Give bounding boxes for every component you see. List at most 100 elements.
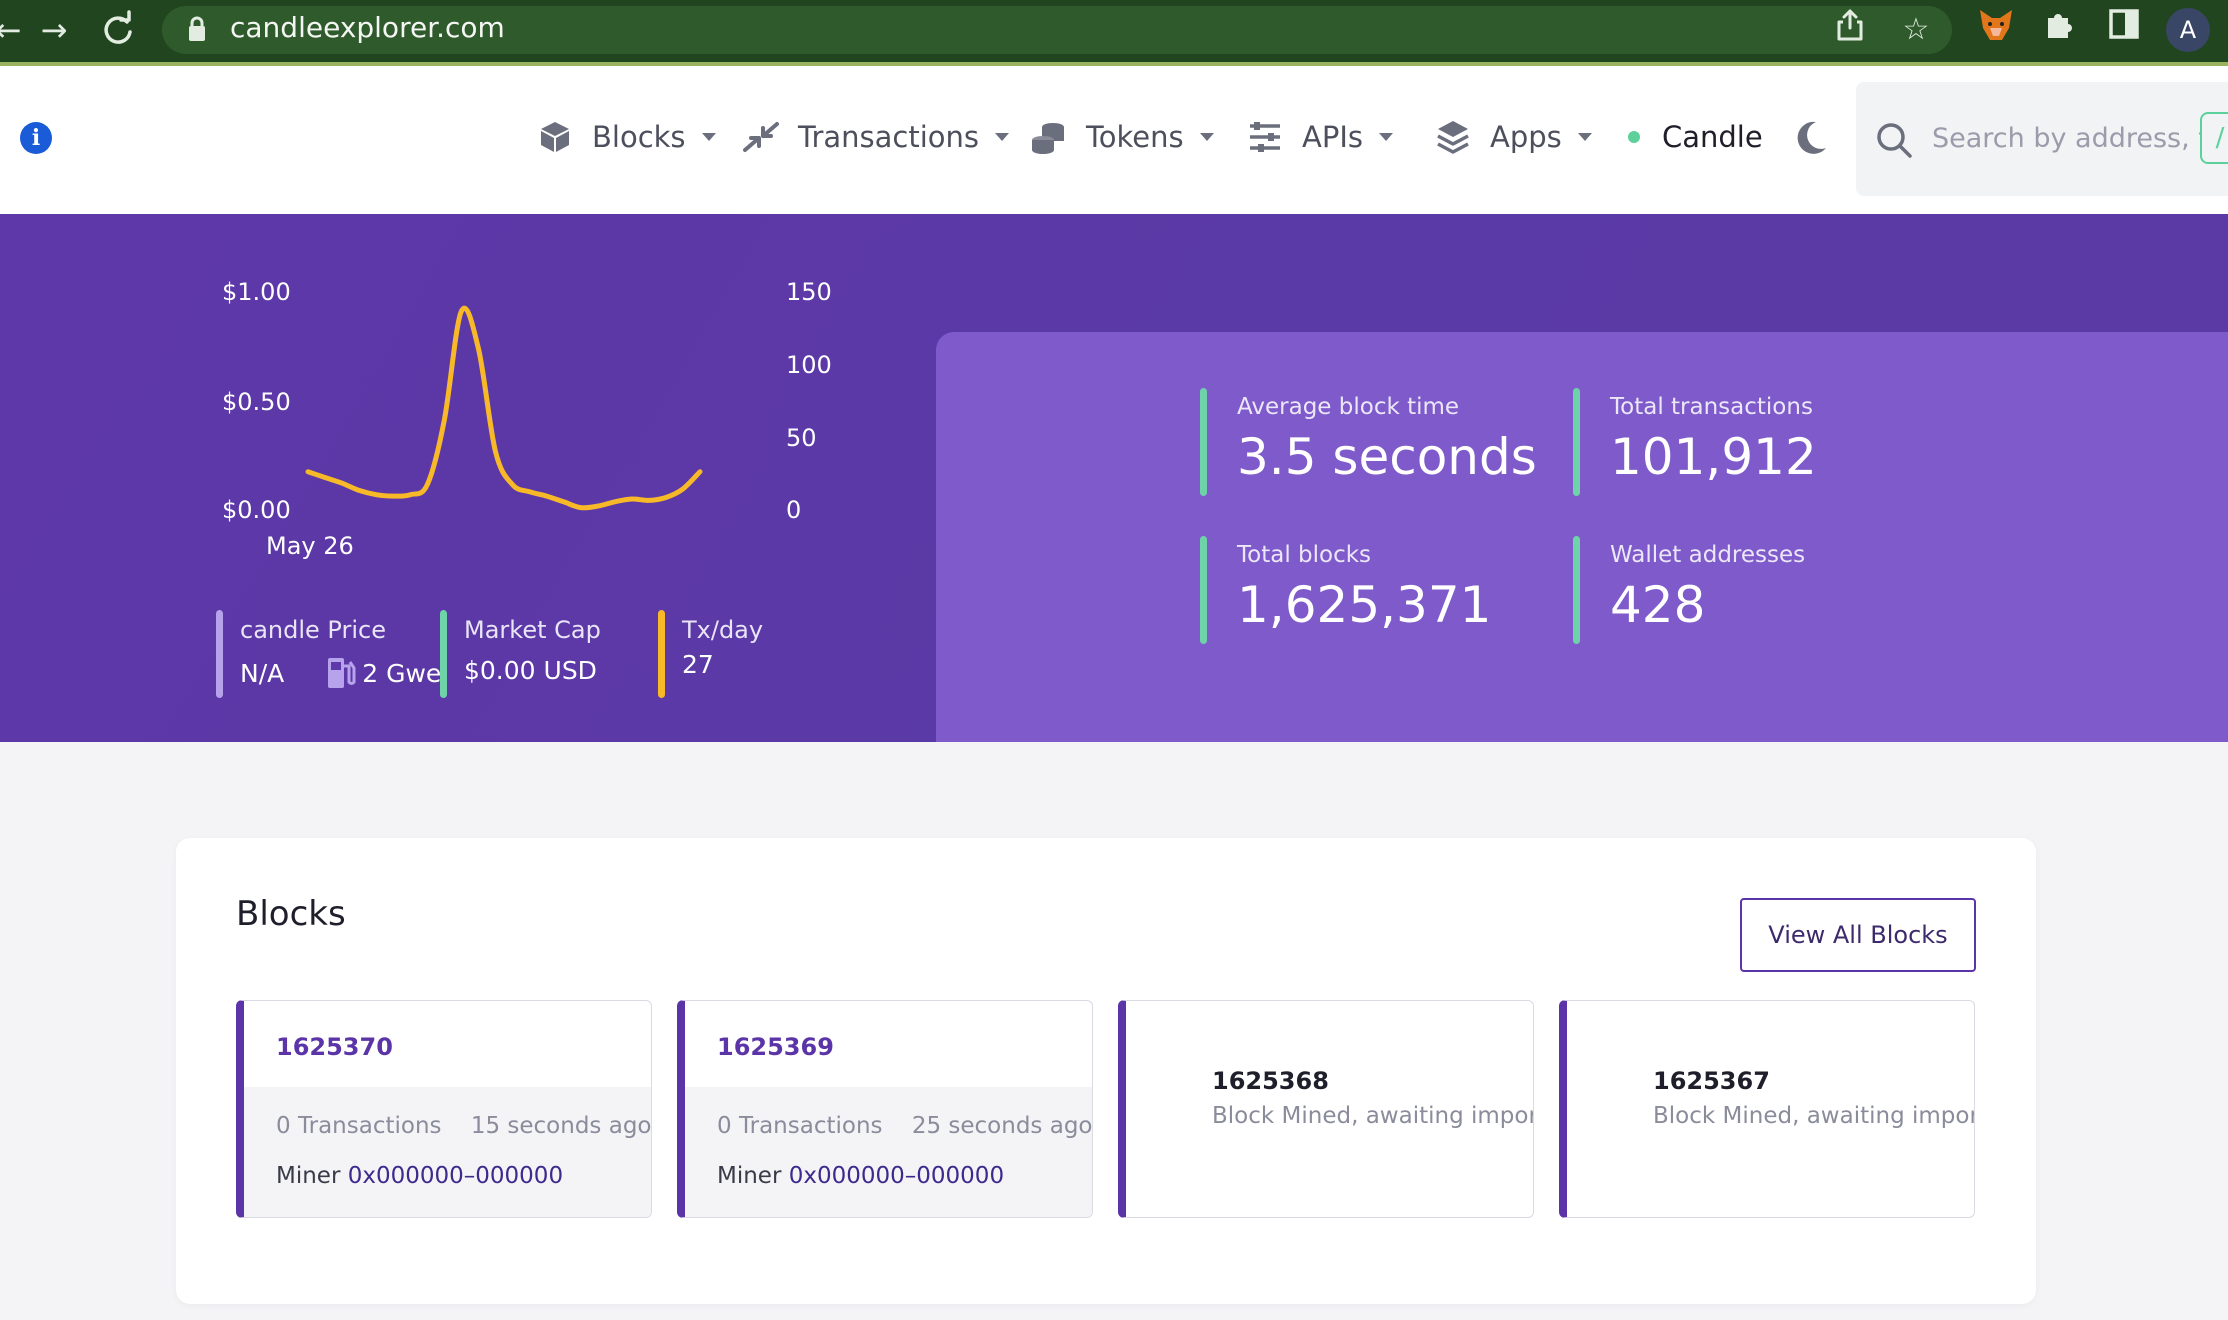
tx-per-day-accent <box>658 610 665 698</box>
market-cap-value: $0.00 USD <box>464 656 597 685</box>
dark-mode-moon-icon[interactable] <box>1790 118 1830 158</box>
total-transactions-accent <box>1573 388 1580 496</box>
tx-per-day-value: 27 <box>682 650 714 679</box>
avg-block-time-accent <box>1200 388 1207 496</box>
nav-apps[interactable]: Apps <box>1434 110 1592 164</box>
network-status-dot <box>1628 131 1640 143</box>
candle-price-value: N/A <box>240 658 285 688</box>
avg-block-time-label: Average block time <box>1237 394 1460 420</box>
market-cap-accent <box>440 610 447 698</box>
pending-block-tile[interactable]: 1625367 Block Mined, awaiting import. <box>1559 1000 1975 1218</box>
profile-avatar[interactable]: A <box>2166 8 2210 52</box>
nav-tokens[interactable]: Tokens <box>1030 110 1214 164</box>
fox-extension-icon[interactable] <box>1974 8 2018 52</box>
block-miner-label: Miner <box>717 1163 782 1189</box>
tx-per-day-line <box>305 305 703 511</box>
total-blocks-value: 1,625,371 <box>1237 576 1492 634</box>
sliders-icon <box>1246 118 1284 156</box>
block-miner-address-link[interactable]: 0x000000–000000 <box>789 1163 1004 1189</box>
gas-price-value: 2 Gwei <box>362 658 449 688</box>
network-stats-panel: Average block time 3.5 seconds Total tra… <box>936 332 2228 742</box>
search-box: / <box>1856 82 2228 196</box>
info-icon[interactable]: i <box>20 122 52 154</box>
right-axis-tick: 50 <box>786 424 817 452</box>
tx-per-day-label: Tx/day <box>682 616 764 644</box>
candle-price-accent <box>216 610 223 698</box>
network-label: Candle <box>1662 120 1763 154</box>
block-status: Block Mined, awaiting import. <box>1212 1103 1534 1129</box>
back-icon[interactable]: ← <box>0 8 30 52</box>
block-tile-details: 0 Transactions 25 seconds ago Miner 0x00… <box>685 1087 1092 1217</box>
nav-apis[interactable]: APIs <box>1246 110 1393 164</box>
url-text[interactable]: candleexplorer.com <box>230 8 505 48</box>
market-cap-stat: Market Cap $0.00 USD <box>440 610 620 700</box>
puzzle-extensions-icon[interactable] <box>2038 8 2082 52</box>
block-number: 1625367 <box>1653 1067 1770 1095</box>
cube-icon <box>536 118 574 156</box>
chevron-down-icon <box>1577 133 1592 141</box>
block-number-link[interactable]: 1625370 <box>276 1033 393 1061</box>
market-cap-label: Market Cap <box>464 616 601 644</box>
block-tile[interactable]: 1625370 0 Transactions 15 seconds ago Mi… <box>236 1000 652 1218</box>
gas-pump-icon <box>328 658 356 688</box>
nav-transactions[interactable]: Transactions <box>742 110 1010 164</box>
right-axis-tick: 100 <box>786 351 832 379</box>
arrows-icon <box>742 118 780 156</box>
block-tx-count: 0 Transactions <box>276 1113 442 1139</box>
block-miner-label: Miner <box>276 1163 341 1189</box>
block-age: 15 seconds ago <box>470 1113 652 1139</box>
network-selector[interactable]: Candle <box>1628 110 1763 164</box>
total-blocks-stat: Total blocks 1,625,371 <box>1200 536 1540 646</box>
wallet-addresses-stat: Wallet addresses 428 <box>1573 536 1913 646</box>
candle-price-value-row: N/A 2 Gwei <box>240 656 448 690</box>
search-input[interactable] <box>1932 116 2202 160</box>
block-status: Block Mined, awaiting import. <box>1653 1103 1975 1129</box>
total-transactions-label: Total transactions <box>1610 394 1813 420</box>
side-panel-icon[interactable] <box>2102 8 2146 52</box>
block-tile-details: 0 Transactions 15 seconds ago Miner 0x00… <box>244 1087 652 1217</box>
block-tile[interactable]: 1625369 0 Transactions 25 seconds ago Mi… <box>677 1000 1093 1218</box>
nav-blocks-label: Blocks <box>592 120 686 154</box>
block-tx-count: 0 Transactions <box>717 1113 883 1139</box>
total-blocks-accent <box>1200 536 1207 644</box>
blocks-card: Blocks View All Blocks 1625370 0 Transac… <box>176 838 2036 1304</box>
tx-per-day-stat: Tx/day 27 <box>658 610 778 700</box>
hero-section: $1.00 $0.50 $0.00 150 100 50 0 May 26 ca… <box>0 214 2228 742</box>
total-transactions-value: 101,912 <box>1610 428 1817 486</box>
site-header: i Blocks Transactions Tokens APIs Apps C… <box>0 66 2228 214</box>
chevron-down-icon <box>995 133 1010 141</box>
chart-series-group <box>305 305 703 511</box>
share-icon[interactable] <box>1828 8 1872 52</box>
block-miner: Miner 0x000000–000000 <box>717 1163 1004 1189</box>
block-miner: Miner 0x000000–000000 <box>276 1163 563 1189</box>
pending-block-tile[interactable]: 1625368 Block Mined, awaiting import. <box>1118 1000 1534 1218</box>
candle-price-label: candle Price <box>240 616 386 644</box>
search-shortcut-key: / <box>2200 112 2228 164</box>
left-axis-tick: $0.50 <box>222 388 291 416</box>
avg-block-time-stat: Average block time 3.5 seconds <box>1200 388 1540 498</box>
search-icon <box>1877 123 1912 158</box>
wallet-addresses-accent <box>1573 536 1580 644</box>
avg-block-time-value: 3.5 seconds <box>1237 428 1537 486</box>
forward-icon[interactable]: → <box>32 8 76 52</box>
left-axis-tick: $1.00 <box>222 278 291 306</box>
wallet-addresses-label: Wallet addresses <box>1610 542 1806 568</box>
nav-apps-label: Apps <box>1490 120 1562 154</box>
block-tx-summary: 0 Transactions 15 seconds ago <box>276 1113 652 1139</box>
block-number: 1625368 <box>1212 1067 1329 1095</box>
nav-transactions-label: Transactions <box>798 120 980 154</box>
left-axis-tick: $0.00 <box>222 496 291 524</box>
wallet-addresses-value: 428 <box>1610 576 1706 634</box>
price-tx-chart <box>305 305 703 511</box>
nav-blocks[interactable]: Blocks <box>536 110 716 164</box>
chevron-down-icon <box>1379 133 1393 141</box>
right-axis-tick: 150 <box>786 278 832 306</box>
reload-icon[interactable] <box>96 8 140 52</box>
block-miner-address-link[interactable]: 0x000000–000000 <box>348 1163 563 1189</box>
bookmark-star-icon[interactable]: ☆ <box>1894 8 1938 52</box>
block-tx-summary: 0 Transactions 25 seconds ago <box>717 1113 1092 1139</box>
block-number-link[interactable]: 1625369 <box>717 1033 834 1061</box>
view-all-blocks-button[interactable]: View All Blocks <box>1740 898 1976 972</box>
candle-price-stat: candle Price N/A 2 Gwei <box>216 610 448 700</box>
layers-icon <box>1434 118 1472 156</box>
